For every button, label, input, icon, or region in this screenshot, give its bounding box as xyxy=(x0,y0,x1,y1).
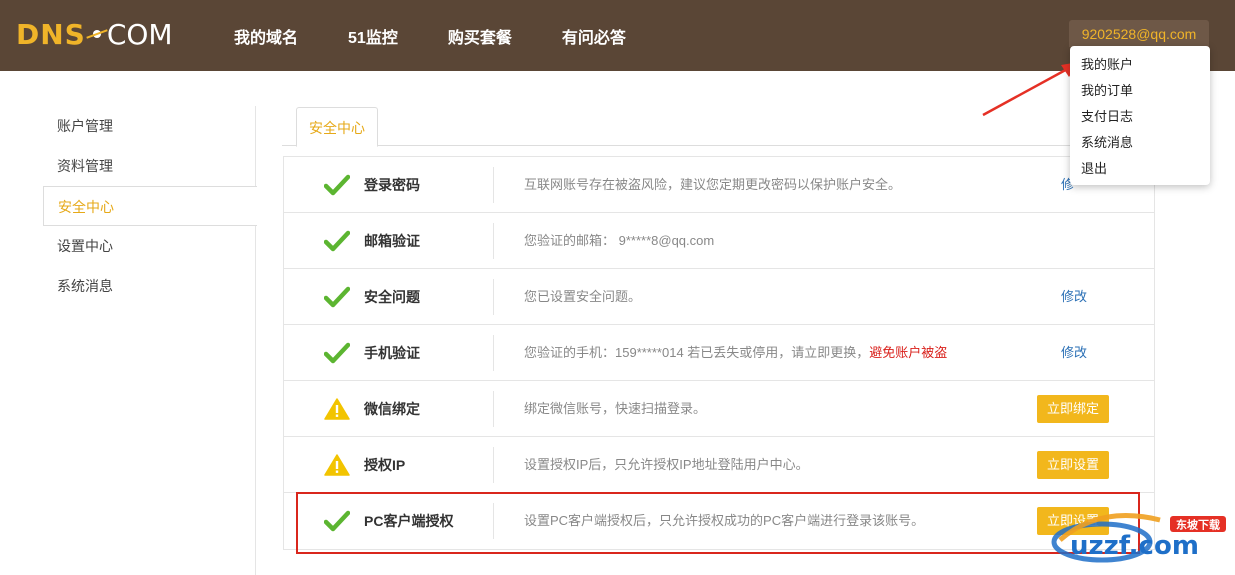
sidebar: 账户管理 资料管理 安全中心 设置中心 系统消息 xyxy=(43,106,257,306)
sidebar-item-messages[interactable]: 系统消息 xyxy=(43,266,256,306)
row-title: 登录密码 xyxy=(364,177,420,193)
sidebar-item-settings[interactable]: 设置中心 xyxy=(43,226,256,266)
security-row-login-password: 登录密码 互联网账号存在被盗风险，建议您定期更改密码以保护账户安全。 修 xyxy=(284,157,1154,213)
modify-link[interactable]: 修改 xyxy=(1061,325,1087,381)
security-row-wechat: 微信绑定 绑定微信账号，快速扫描登录。 立即绑定 xyxy=(284,381,1154,437)
check-icon xyxy=(324,342,350,364)
logo-text-com: COM xyxy=(106,17,173,51)
nav-buy-package[interactable]: 购买套餐 xyxy=(448,24,512,48)
menu-item-my-account[interactable]: 我的账户 xyxy=(1070,52,1210,78)
logo-text-dns: DNS xyxy=(16,17,86,51)
row-description-warning: 避免账户被盗 xyxy=(869,345,948,360)
logo-dot-icon xyxy=(88,25,106,43)
warning-icon xyxy=(324,454,350,476)
nav-faq[interactable]: 有问必答 xyxy=(562,24,626,48)
row-title: 安全问题 xyxy=(364,289,420,305)
row-description: 您已设置安全问题。 xyxy=(524,289,642,304)
site-logo[interactable]: DNS COM xyxy=(16,16,173,52)
row-separator xyxy=(493,447,494,483)
menu-item-my-orders[interactable]: 我的订单 xyxy=(1070,78,1210,104)
security-row-email: 邮箱验证 您验证的邮箱： 9*****8@qq.com xyxy=(284,213,1154,269)
row-separator xyxy=(493,335,494,371)
sidebar-item-profile[interactable]: 资料管理 xyxy=(43,146,256,186)
row-description: 绑定微信账号，快速扫描登录。 xyxy=(524,401,707,416)
nav-my-domains[interactable]: 我的域名 xyxy=(234,24,298,48)
tab-security-center[interactable]: 安全中心 xyxy=(296,107,378,147)
watermark-logo: 东坡下载 uzzf.com xyxy=(1040,500,1235,570)
watermark-main-text: uzzf.com xyxy=(1070,531,1199,561)
modify-link[interactable]: 修改 xyxy=(1061,269,1087,325)
menu-item-payment-log[interactable]: 支付日志 xyxy=(1070,104,1210,130)
highlight-box xyxy=(296,492,1140,554)
security-row-security-question: 安全问题 您已设置安全问题。 修改 xyxy=(284,269,1154,325)
main-nav: 我的域名 51监控 购买套餐 有问必答 xyxy=(234,0,676,71)
set-now-button[interactable]: 立即设置 xyxy=(1037,451,1109,479)
bind-now-button[interactable]: 立即绑定 xyxy=(1037,395,1109,423)
check-icon xyxy=(324,230,350,252)
annotation-arrow-icon xyxy=(982,62,1079,117)
security-list: 登录密码 互联网账号存在被盗风险，建议您定期更改密码以保护账户安全。 修 邮箱验… xyxy=(283,156,1155,550)
nav-51-monitor[interactable]: 51监控 xyxy=(348,24,398,48)
row-description: 您验证的邮箱： 9*****8@qq.com xyxy=(524,233,715,248)
check-icon xyxy=(324,286,350,308)
row-separator xyxy=(493,279,494,315)
menu-item-logout[interactable]: 退出 xyxy=(1070,156,1210,182)
row-description: 互联网账号存在被盗风险，建议您定期更改密码以保护账户安全。 xyxy=(524,177,902,192)
warning-icon xyxy=(324,398,350,420)
sidebar-item-security[interactable]: 安全中心 xyxy=(43,186,257,226)
row-separator xyxy=(493,223,494,259)
row-title: 邮箱验证 xyxy=(364,233,420,249)
check-icon xyxy=(324,174,350,196)
security-row-authorized-ip: 授权IP 设置授权IP后，只允许授权IP地址登陆用户中心。 立即设置 xyxy=(284,437,1154,493)
user-account-button[interactable]: 9202528@qq.com xyxy=(1069,20,1209,47)
row-separator xyxy=(493,167,494,203)
row-title: 授权IP xyxy=(364,457,406,473)
row-description-text: 您验证的手机：159*****014 若已丢失或停用，请立即更换， xyxy=(524,345,870,360)
watermark-top-text: 东坡下载 xyxy=(1176,518,1220,532)
watermark-swoosh-icon: 东坡下载 uzzf.com xyxy=(1051,513,1226,563)
row-title: 手机验证 xyxy=(364,345,420,361)
row-separator xyxy=(493,391,494,427)
row-description: 设置授权IP后，只允许授权IP地址登陆用户中心。 xyxy=(524,457,809,472)
row-description: 您验证的手机：159*****014 若已丢失或停用，请立即更换，避免账户被盗 xyxy=(524,325,947,381)
security-row-phone: 手机验证 您验证的手机：159*****014 若已丢失或停用，请立即更换，避免… xyxy=(284,325,1154,381)
user-dropdown-menu: 我的账户 我的订单 支付日志 系统消息 退出 xyxy=(1070,46,1210,185)
sidebar-item-account[interactable]: 账户管理 xyxy=(43,106,256,146)
row-title: 微信绑定 xyxy=(364,401,420,417)
menu-item-system-messages[interactable]: 系统消息 xyxy=(1070,130,1210,156)
